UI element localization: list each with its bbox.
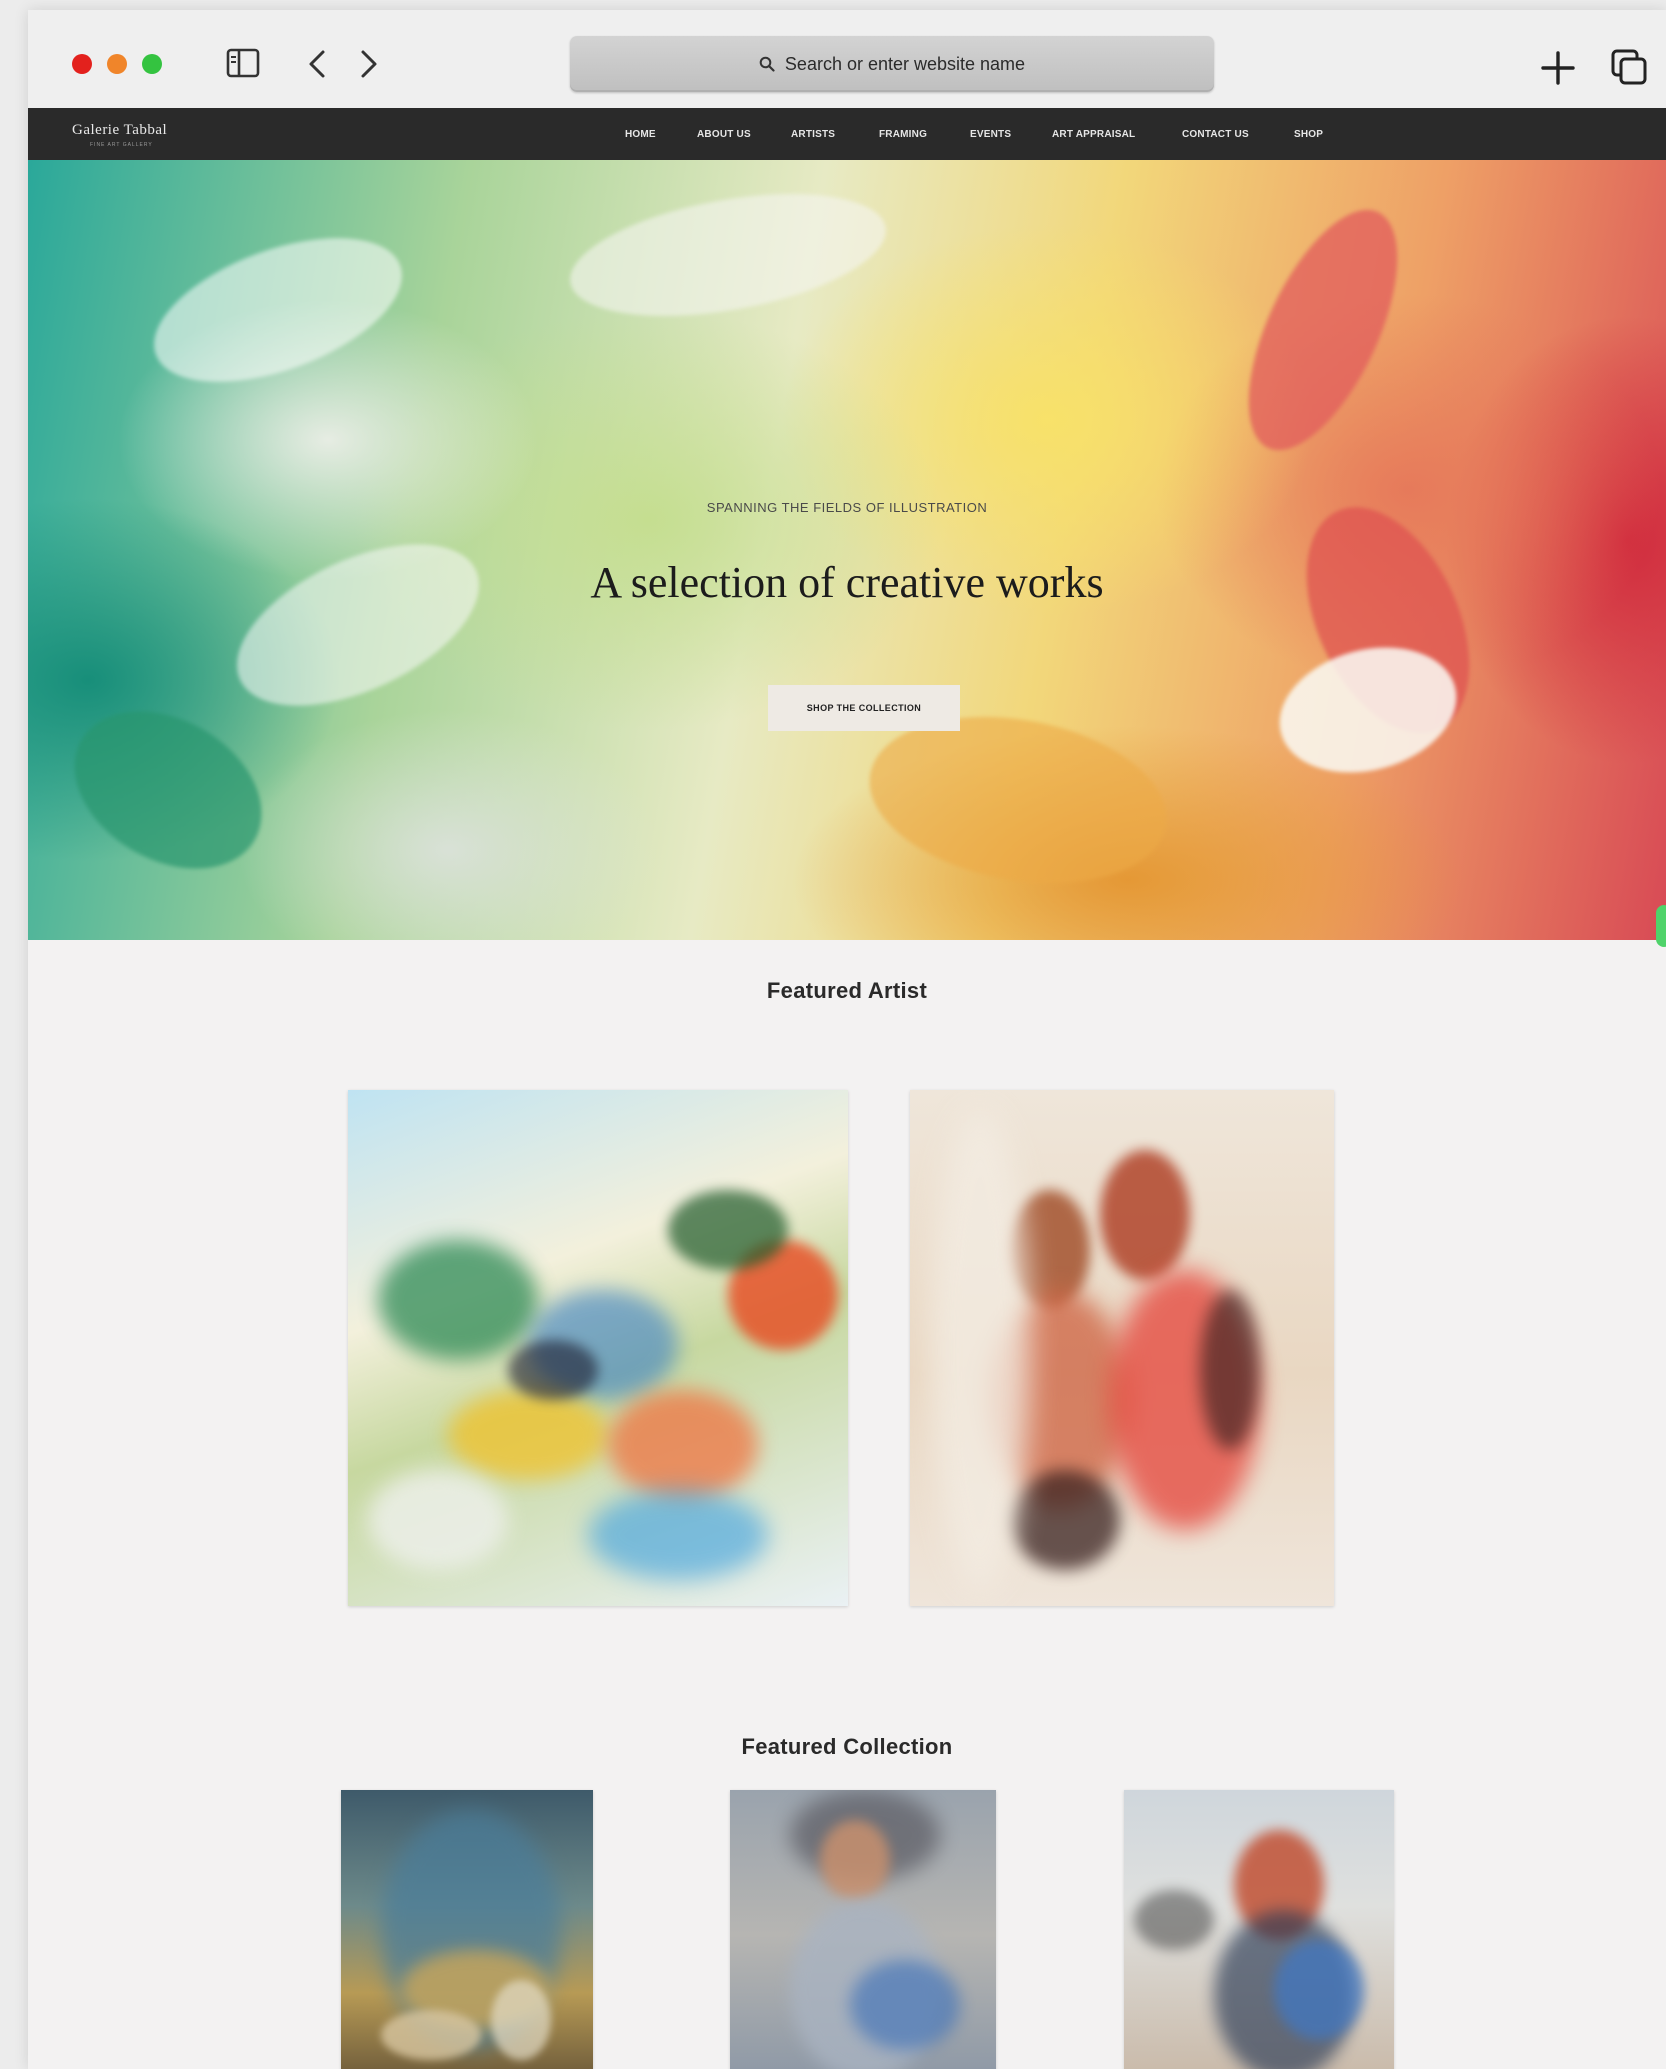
paint-stroke — [135, 209, 421, 411]
nav-item-contact-us[interactable]: CONTACT US — [1182, 129, 1249, 140]
nav-item-art-appraisal[interactable]: ART APPRAISAL — [1052, 129, 1135, 140]
search-icon — [759, 56, 775, 72]
whatsapp-chat-icon[interactable] — [1656, 905, 1666, 947]
featured-artist-heading: Featured Artist — [766, 978, 928, 1003]
hero-banner: SPANNING THE FIELDS OF ILLUSTRATION A se… — [28, 160, 1666, 947]
artwork-seated-woman[interactable] — [730, 1790, 996, 2069]
artwork-red-haired-figure[interactable] — [1124, 1790, 1394, 2069]
browser-toolbar: Search or enter website name — [28, 10, 1666, 108]
address-bar[interactable]: Search or enter website name — [570, 36, 1214, 92]
paint-blob — [588, 1490, 768, 1580]
artwork-still-life-tea-set[interactable] — [341, 1790, 593, 2069]
logo-tagline: FINE ART GALLERY — [90, 142, 153, 148]
paint-blob — [820, 1820, 890, 1900]
nav-item-shop[interactable]: SHOP — [1294, 129, 1323, 140]
paint-blob — [491, 1980, 551, 2060]
paint-blob — [368, 1470, 508, 1570]
site-logo[interactable]: Galerie Tabbal FINE ART GALLERY — [72, 122, 167, 148]
nav-item-home[interactable]: HOME — [625, 129, 656, 140]
paint-blob — [668, 1190, 788, 1270]
shop-collection-button[interactable]: SHOP THE COLLECTION — [768, 685, 960, 731]
nav-item-about-us[interactable]: ABOUT US — [697, 129, 751, 140]
maximize-window-button[interactable] — [142, 54, 162, 74]
forward-arrow-icon[interactable] — [358, 48, 380, 80]
address-placeholder: Search or enter website name — [784, 53, 1026, 74]
logo-text: Galerie Tabbal — [72, 122, 168, 138]
browser-window: Search or enter website name Galerie Tab… — [28, 10, 1666, 2069]
paint-blob — [1200, 1290, 1260, 1450]
paint-stroke — [1218, 188, 1428, 472]
paint-blob — [608, 1390, 758, 1500]
paint-blob — [930, 1110, 1030, 1590]
sidebar-toggle-icon[interactable] — [226, 48, 260, 78]
paint-stroke — [212, 511, 504, 739]
artwork-abstract-colorful[interactable] — [348, 1090, 848, 1606]
nav-item-events[interactable]: EVENTS — [970, 129, 1011, 140]
featured-collection-heading: Featured Collection — [741, 1734, 953, 1759]
back-arrow-icon[interactable] — [306, 48, 328, 80]
paint-stroke — [560, 173, 896, 337]
paint-blob — [448, 1390, 608, 1480]
hero-eyebrow: SPANNING THE FIELDS OF ILLUSTRATION — [706, 500, 988, 515]
paint-blob — [508, 1340, 598, 1400]
site-navigation-bar: Galerie Tabbal FINE ART GALLERY HOME ABO… — [28, 108, 1666, 160]
paint-blob — [378, 1240, 538, 1360]
close-window-button[interactable] — [72, 54, 92, 74]
paint-blob — [1010, 1470, 1120, 1570]
paint-blob — [850, 1960, 960, 2050]
new-tab-plus-icon[interactable] — [1540, 50, 1576, 86]
paint-blob — [1134, 1890, 1214, 1950]
artwork-two-women[interactable] — [910, 1090, 1334, 1606]
paint-stroke — [46, 679, 290, 901]
paint-blob — [1100, 1150, 1190, 1280]
hero-title: A selection of creative works — [590, 558, 1104, 607]
paint-blob — [1274, 1940, 1364, 2040]
tab-overview-icon[interactable] — [1610, 48, 1648, 86]
minimize-window-button[interactable] — [107, 54, 127, 74]
nav-item-artists[interactable]: ARTISTS — [791, 129, 835, 140]
paint-blob — [381, 2010, 481, 2060]
nav-item-framing[interactable]: FRAMING — [879, 129, 927, 140]
